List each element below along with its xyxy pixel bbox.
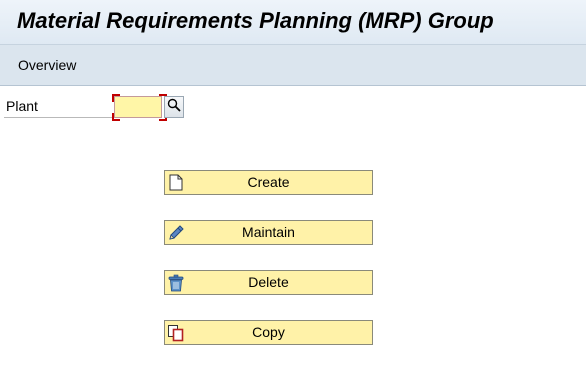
delete-button[interactable]: Delete (164, 270, 373, 295)
magnifier-icon (167, 98, 181, 117)
plant-label-underline (4, 117, 112, 118)
title-bar: Material Requirements Planning (MRP) Gro… (0, 0, 586, 45)
copy-button[interactable]: Copy (164, 320, 373, 345)
create-button-label: Create (247, 174, 290, 190)
plant-label: Plant (6, 98, 38, 114)
page-title: Material Requirements Planning (MRP) Gro… (17, 8, 494, 33)
overview-button[interactable]: Overview (12, 55, 82, 75)
search-help-button[interactable] (164, 96, 184, 118)
copy-button-label: Copy (252, 324, 285, 340)
plant-input[interactable] (114, 96, 162, 118)
required-marker (112, 113, 120, 121)
required-marker (112, 94, 120, 102)
delete-button-label: Delete (248, 274, 289, 290)
create-button[interactable]: Create (164, 170, 373, 195)
maintain-button[interactable]: Maintain (164, 220, 373, 245)
application-toolbar: Overview (0, 45, 586, 86)
maintain-button-label: Maintain (242, 224, 295, 240)
